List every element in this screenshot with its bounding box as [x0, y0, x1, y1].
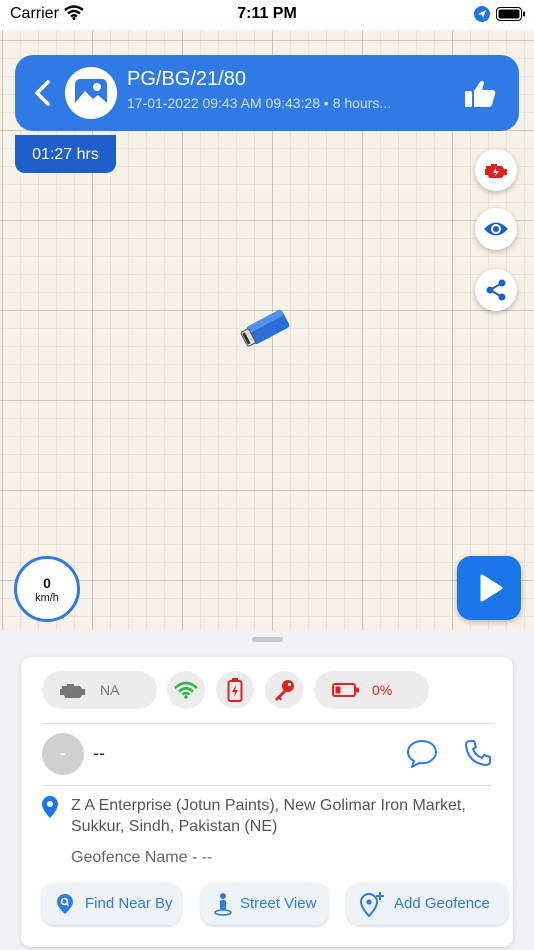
geofence-name: Geofence Name - --: [71, 849, 213, 866]
gps-signal-status: [167, 671, 205, 709]
engine-button[interactable]: [475, 149, 517, 191]
speed-value: 0: [43, 575, 51, 591]
share-icon: [486, 279, 506, 301]
location-services-icon: [474, 6, 490, 22]
location-pin-icon: [42, 796, 58, 818]
trip-duration-badge: 01:27 hrs: [15, 135, 116, 173]
visibility-button[interactable]: [475, 208, 517, 250]
playback-button[interactable]: [457, 556, 521, 620]
thumbs-up-icon[interactable]: [463, 79, 497, 109]
engine-icon: [485, 164, 507, 178]
add-geofence-label: Add Geofence: [394, 895, 490, 912]
back-chevron-icon[interactable]: [31, 79, 55, 107]
battery-level-status: 0%: [314, 671, 429, 709]
engine-status-icon: [60, 684, 85, 698]
driver-initial: -: [60, 743, 66, 763]
battery-charging-icon: [227, 678, 243, 702]
ignition-status: NA: [42, 671, 157, 709]
details-sheet: NA 0% - -- Z A Enterprise (Jotun Paints)…: [0, 630, 534, 950]
add-geofence-button[interactable]: Add Geofence: [347, 883, 508, 925]
drag-handle[interactable]: [252, 637, 283, 642]
search-pin-icon: [57, 894, 73, 914]
battery-status-icon: [496, 7, 525, 21]
speed-unit: km/h: [35, 592, 59, 604]
battery-low-icon: [332, 683, 359, 697]
phone-icon[interactable]: [464, 739, 492, 767]
street-view-person-icon: [214, 893, 232, 916]
eye-icon: [484, 222, 508, 236]
find-near-by-button[interactable]: Find Near By: [42, 883, 181, 925]
vehicle-marker-icon[interactable]: [238, 302, 298, 352]
vehicle-header-card: PG/BG/21/80 17-01-2022 09:43 AM 09:43:28…: [15, 55, 519, 131]
speed-gauge: 0 km/h: [14, 556, 80, 622]
divider: [42, 723, 492, 724]
charging-status: [216, 671, 254, 709]
image-placeholder-icon: [65, 67, 117, 119]
vehicle-avatar: [65, 67, 117, 119]
driver-name: --: [93, 743, 105, 763]
play-icon: [480, 574, 503, 602]
divider: [42, 785, 492, 786]
clock: 7:11 PM: [237, 5, 297, 22]
add-location-icon: [359, 892, 384, 917]
chat-icon[interactable]: [406, 739, 438, 769]
location-address: Z A Enterprise (Jotun Paints), New Golim…: [71, 797, 466, 835]
wifi-signal-icon: [174, 681, 198, 699]
street-view-label: Street View: [240, 895, 317, 912]
ignition-label: NA: [100, 682, 120, 698]
driver-avatar: -: [42, 733, 84, 775]
key-status: [265, 671, 303, 709]
battery-percent: 0%: [372, 682, 393, 698]
vehicle-id: PG/BG/21/80: [127, 68, 246, 90]
vehicle-details-panel: NA 0% - -- Z A Enterprise (Jotun Paints)…: [21, 657, 513, 947]
key-icon: [275, 680, 294, 701]
share-button[interactable]: [475, 269, 517, 311]
status-bar: Carrier 7:11 PM: [0, 0, 534, 30]
street-view-button[interactable]: Street View: [201, 883, 328, 925]
find-near-by-label: Find Near By: [85, 895, 173, 912]
vehicle-subtitle: 17-01-2022 09:43 AM 09:43:28 • 8 hours..…: [127, 95, 392, 111]
